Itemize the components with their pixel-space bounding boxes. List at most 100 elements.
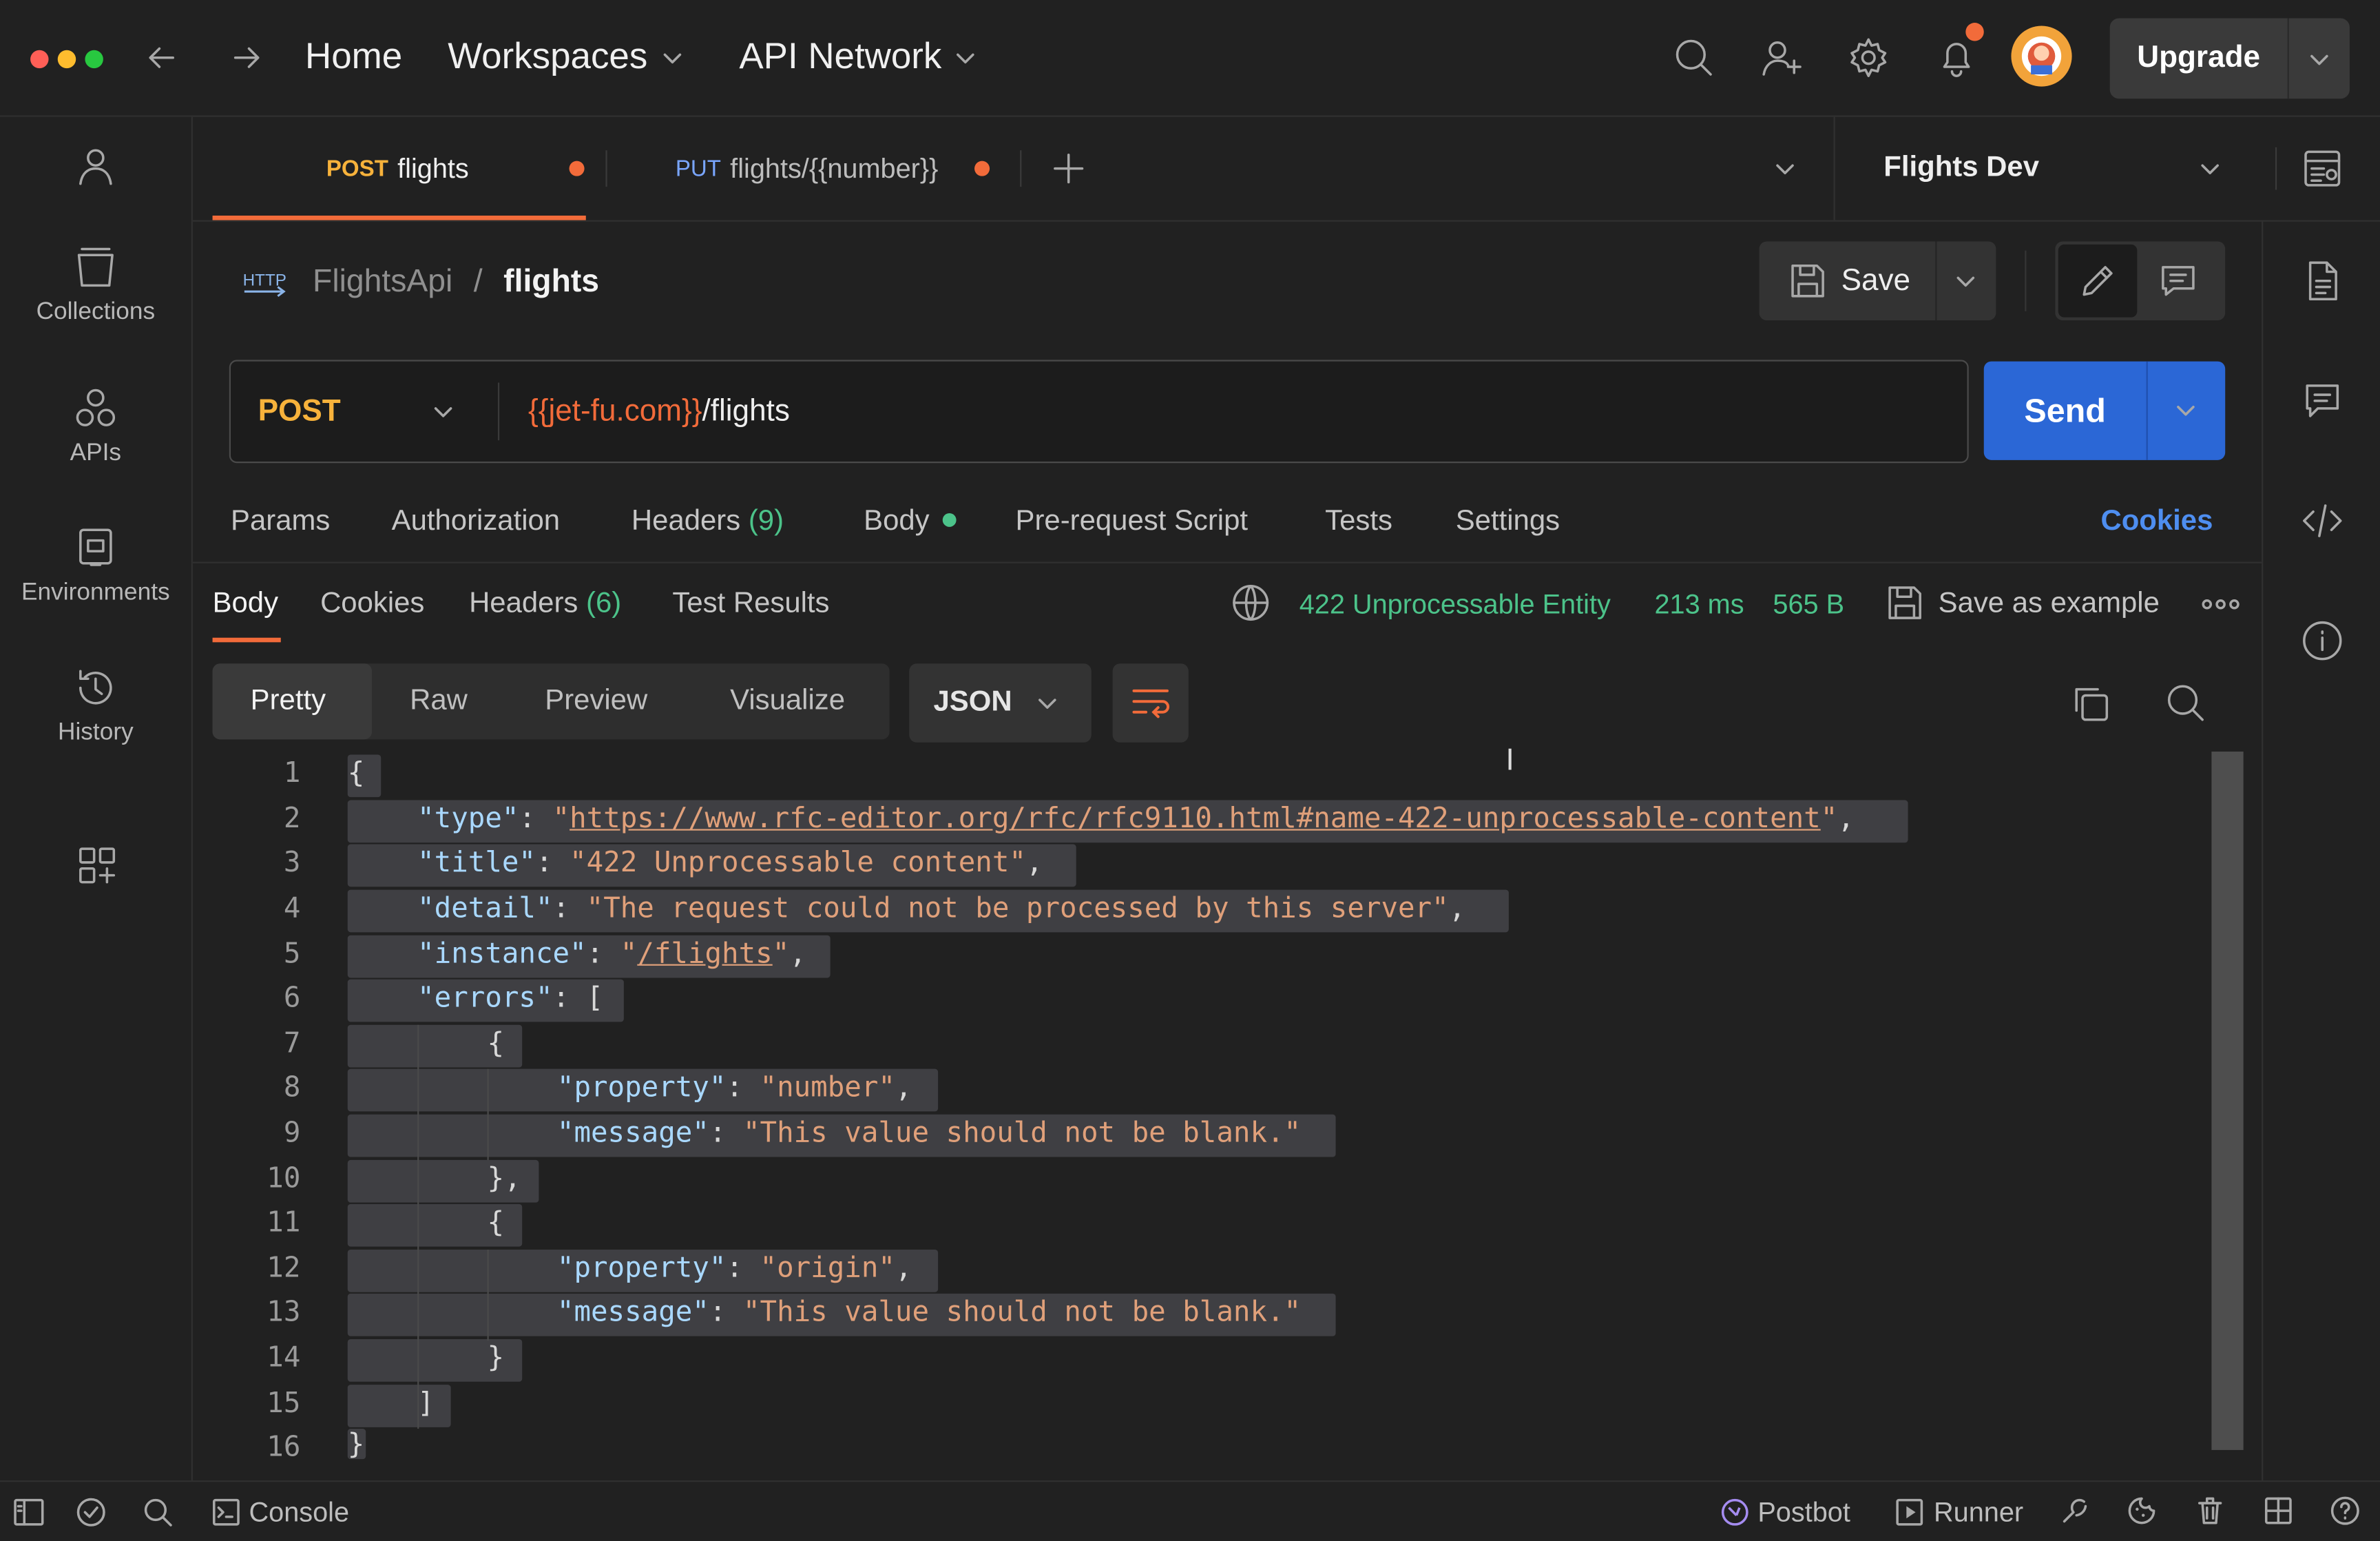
postbot-label: Postbot [1757, 1497, 1850, 1528]
method-chevron-down-icon[interactable] [431, 400, 455, 424]
window-minimize-button[interactable] [57, 50, 76, 69]
response-tab-headers-count: (6) [586, 587, 622, 620]
sidebar-item-collections[interactable]: Collections [0, 245, 191, 327]
cookies-icon[interactable] [2127, 1496, 2157, 1526]
notifications-bell-icon[interactable] [1935, 23, 1984, 79]
add-workbench-icon[interactable] [76, 844, 118, 887]
breadcrumb-collection[interactable]: FlightsApi [313, 265, 452, 300]
breadcrumb-request-name[interactable]: flights [503, 265, 599, 300]
wrap-lines-button[interactable] [1112, 663, 1189, 743]
response-tab-test-results[interactable]: Test Results [672, 583, 829, 625]
code-snippet-icon[interactable] [2299, 499, 2345, 542]
format-selector[interactable]: JSON [909, 663, 1092, 743]
copy-icon[interactable] [2069, 682, 2111, 725]
tab-headers-count: (9) [748, 505, 784, 538]
tab-pre-request-script[interactable]: Pre-request Script [1016, 501, 1249, 544]
comments-icon[interactable] [2303, 380, 2342, 422]
url-input[interactable]: {{jet-fu.com}}/flights [528, 362, 790, 462]
response-active-tab-underline [212, 637, 281, 643]
view-raw[interactable]: Raw [410, 663, 468, 739]
environment-quick-look-icon[interactable] [2301, 147, 2344, 190]
tab-authorization[interactable]: Authorization [392, 501, 560, 544]
toggle-sidebar-icon[interactable] [14, 1498, 44, 1526]
view-pretty[interactable]: Pretty [251, 663, 326, 739]
account-icon[interactable] [74, 144, 117, 187]
runner-button[interactable]: Runner [1896, 1494, 2023, 1531]
response-search-icon[interactable] [2164, 682, 2207, 725]
trash-icon[interactable] [2195, 1496, 2225, 1526]
info-icon[interactable] [2301, 619, 2344, 662]
json-value: "The request could not be processed by t… [586, 893, 1449, 925]
window-close-button[interactable] [30, 50, 49, 69]
tab-headers-label: Headers [631, 505, 741, 538]
nav-api-network[interactable]: API Network [739, 33, 978, 82]
line-number: 8 [283, 1072, 301, 1104]
sidebar-item-environments[interactable]: Environments [0, 526, 191, 608]
nav-workspaces[interactable]: Workspaces [448, 33, 684, 82]
more-options-icon[interactable] [2201, 589, 2240, 619]
response-time[interactable]: 213 ms [1654, 583, 1744, 625]
tab-tests[interactable]: Tests [1325, 501, 1392, 544]
find-search-icon[interactable] [143, 1497, 173, 1527]
save-button[interactable]: Save [1760, 241, 1936, 320]
settings-gear-icon[interactable] [1847, 37, 1890, 79]
documentation-icon[interactable] [2303, 260, 2342, 302]
save-chevron-down-icon[interactable] [1954, 269, 1978, 293]
capture-requests-icon[interactable] [2060, 1496, 2090, 1526]
window-zoom-button[interactable] [85, 50, 103, 69]
postbot-button[interactable]: Postbot [1720, 1494, 1850, 1531]
search-icon[interactable] [1673, 37, 1715, 79]
right-sidebar [2262, 220, 2380, 1480]
environment-selector[interactable]: Flights Dev [1883, 150, 2039, 187]
new-tab-plus-icon[interactable] [1052, 152, 1085, 185]
apis-icon [76, 389, 116, 426]
avatar[interactable] [2011, 25, 2072, 87]
upgrade-button[interactable]: Upgrade [2109, 18, 2350, 99]
tab-method: POST [326, 155, 388, 182]
editor-scrollbar[interactable] [2211, 752, 2244, 1450]
tab-params[interactable]: Params [231, 501, 330, 544]
tab-settings[interactable]: Settings [1456, 501, 1560, 544]
comment-icon[interactable] [2158, 262, 2198, 299]
save-as-example-button[interactable]: Save as example [1939, 583, 2160, 625]
help-icon[interactable] [2330, 1496, 2360, 1526]
json-key: "detail" [417, 893, 553, 925]
response-tab-cookies[interactable]: Cookies [320, 583, 424, 625]
edit-pencil-button[interactable] [2058, 244, 2138, 318]
nav-home[interactable]: Home [305, 33, 402, 82]
tabs-overflow-chevron-icon[interactable] [1773, 156, 1797, 180]
console-button[interactable]: Console [213, 1494, 349, 1531]
layout-two-pane-icon[interactable] [2263, 1496, 2293, 1526]
tab-put-flights-number[interactable]: PUT flights/{{number}} [676, 117, 990, 220]
response-size[interactable]: 565 B [1773, 583, 1844, 625]
response-code-editor[interactable]: 1 2 3 4 5 6 7 8 9 10 11 12 13 14 15 16 {… [213, 752, 2201, 1480]
cookies-link[interactable]: Cookies [2100, 501, 2213, 544]
tab-post-flights[interactable]: POST flights [326, 117, 585, 220]
invite-user-icon[interactable] [1761, 37, 1804, 79]
chevron-down-icon[interactable] [2307, 47, 2331, 71]
tab-body-label: Body [864, 505, 930, 538]
status-check-icon[interactable] [76, 1497, 106, 1527]
environment-chevron-down-icon[interactable] [2198, 156, 2222, 180]
send-button[interactable]: Send [1984, 362, 2147, 460]
json-line-message: "message": "This value should not be bla… [556, 1117, 1302, 1150]
sidebar-item-history[interactable]: History [0, 665, 191, 747]
back-arrow-icon[interactable] [143, 39, 179, 76]
response-status[interactable]: 422 Unprocessable Entity [1299, 583, 1611, 625]
json-type-link[interactable]: https://www.rfc-editor.org/rfc/rfc9110.h… [570, 803, 1821, 835]
tab-body[interactable]: Body [864, 501, 956, 544]
send-chevron-down-icon[interactable] [2173, 397, 2198, 422]
method-selector[interactable]: POST [258, 362, 341, 462]
forward-arrow-icon[interactable] [229, 39, 266, 76]
json-instance-link[interactable]: /flights [637, 938, 772, 970]
network-globe-icon[interactable] [1231, 583, 1271, 622]
pencil-icon [2082, 266, 2113, 296]
response-tab-body[interactable]: Body [213, 583, 278, 625]
tab-name: flights [397, 152, 469, 183]
tab-method: PUT [675, 155, 721, 182]
view-visualize[interactable]: Visualize [730, 663, 845, 739]
response-tab-headers[interactable]: Headers (6) [469, 583, 621, 625]
tab-headers[interactable]: Headers (9) [631, 501, 784, 544]
view-preview[interactable]: Preview [545, 663, 647, 739]
sidebar-item-apis[interactable]: APIs [0, 386, 191, 468]
